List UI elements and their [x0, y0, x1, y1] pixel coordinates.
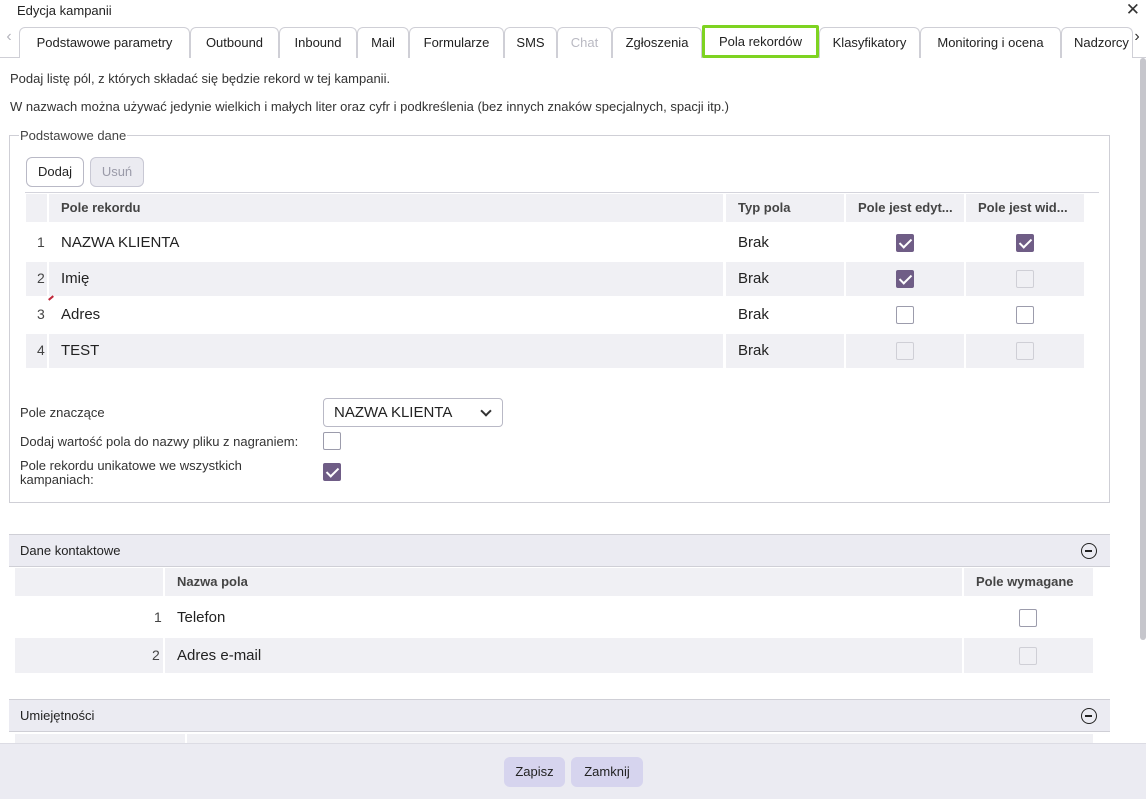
table-row-bg — [15, 638, 163, 673]
table-header-partial — [15, 734, 185, 743]
header-field-name: Nazwa pola — [165, 568, 962, 596]
remove-button: Usuń — [90, 157, 144, 187]
skills-title: Umiejętności — [20, 708, 95, 723]
tab-zgloszenia[interactable]: Zgłoszenia — [612, 27, 702, 58]
row-number: 4 — [37, 342, 45, 358]
save-button[interactable]: Zapisz — [504, 757, 565, 787]
header-field-type: Typ pola — [726, 194, 844, 222]
significant-field-select[interactable]: NAZWA KLIENTA — [323, 398, 503, 427]
basic-data-legend: Podstawowe dane — [19, 128, 128, 143]
tab-podstawowe-parametry[interactable]: Podstawowe parametry — [19, 27, 190, 58]
editable-checkbox[interactable] — [896, 306, 914, 324]
visible-checkbox — [1016, 342, 1034, 360]
visible-checkbox — [1016, 270, 1034, 288]
contact-field-name: Telefon — [177, 609, 226, 626]
row-number: 2 — [37, 270, 45, 286]
header-record-field: Pole rekordu — [49, 194, 723, 222]
record-field-type[interactable]: Brak — [738, 234, 769, 251]
collapse-icon[interactable] — [1081, 543, 1097, 559]
record-field-name[interactable]: Adres — [61, 306, 100, 323]
record-field-type[interactable]: Brak — [738, 342, 769, 359]
record-field-name[interactable]: Imię — [61, 270, 89, 287]
info-text-fields: Podaj listę pól, z których składać się b… — [10, 71, 391, 86]
close-button[interactable]: Zamknij — [571, 757, 643, 787]
contact-field-name: Adres e-mail — [177, 647, 262, 664]
chevron-down-icon — [480, 405, 492, 417]
title-bar: Edycja kampanii ✕ — [0, 0, 1146, 22]
header-visible[interactable]: Pole jest wid... — [966, 194, 1084, 222]
row-number: 1 — [37, 234, 45, 250]
contact-data-title: Dane kontaktowe — [20, 543, 121, 558]
window-title: Edycja kampanii — [17, 3, 112, 18]
unique-field-checkbox[interactable] — [323, 463, 341, 481]
unique-field-label-line2: kampaniach: — [20, 472, 94, 487]
add-to-filename-checkbox[interactable] — [323, 432, 341, 450]
info-text-naming-rules: W nazwach można używać jedynie wielkich … — [10, 99, 729, 114]
table-row-bg — [49, 262, 723, 296]
chevron-right-icon[interactable]: › — [1130, 28, 1144, 46]
editable-checkbox[interactable] — [896, 234, 914, 252]
record-field-type[interactable]: Brak — [738, 270, 769, 287]
record-field-name[interactable]: TEST — [61, 342, 99, 359]
tab-sms[interactable]: SMS — [504, 27, 557, 58]
unique-field-label-line1: Pole rekordu unikatowe we wszystkich — [20, 458, 242, 473]
required-checkbox[interactable] — [1019, 609, 1037, 627]
editable-checkbox — [896, 342, 914, 360]
skills-section-header[interactable]: Umiejętności — [9, 699, 1110, 732]
required-checkbox — [1019, 647, 1037, 665]
record-field-name[interactable]: NAZWA KLIENTA — [61, 234, 179, 251]
tab-inbound[interactable]: Inbound — [279, 27, 357, 58]
row-number: 1 — [154, 609, 162, 625]
vertical-scrollbar[interactable] — [1140, 58, 1146, 640]
tab-pola-rekordow[interactable]: Pola rekordów — [702, 25, 819, 58]
editable-checkbox[interactable] — [896, 270, 914, 288]
visible-checkbox[interactable] — [1016, 234, 1034, 252]
table-row-bg — [49, 334, 723, 368]
significant-field-value: NAZWA KLIENTA — [334, 404, 453, 421]
header-number-cell — [15, 568, 163, 596]
table-row-bg — [165, 638, 962, 673]
significant-field-label: Pole znaczące — [20, 405, 105, 420]
visible-checkbox[interactable] — [1016, 306, 1034, 324]
table-header-partial — [187, 734, 1093, 743]
record-field-type[interactable]: Brak — [738, 306, 769, 323]
tab-mail[interactable]: Mail — [357, 27, 409, 58]
add-to-filename-label: Dodaj wartość pola do nazwy pliku z nagr… — [20, 434, 299, 449]
header-number-cell — [26, 194, 47, 222]
row-number: 2 — [152, 647, 160, 663]
tab-monitoring-i-ocena[interactable]: Monitoring i ocena — [920, 27, 1061, 58]
header-editable[interactable]: Pole jest edyt... — [846, 194, 964, 222]
tab-outbound[interactable]: Outbound — [190, 27, 279, 58]
chevron-left-icon[interactable]: ‹ — [2, 28, 16, 46]
close-icon[interactable]: ✕ — [1126, 0, 1140, 20]
tab-klasyfikatory[interactable]: Klasyfikatory — [819, 27, 920, 58]
tab-nadzorcy[interactable]: Nadzorcy — [1061, 27, 1133, 58]
add-button[interactable]: Dodaj — [26, 157, 84, 187]
tab-chat: Chat — [557, 27, 612, 58]
tab-formularze[interactable]: Formularze — [409, 27, 504, 58]
row-number: 3 — [37, 306, 45, 322]
contact-data-section-header[interactable]: Dane kontaktowe — [9, 534, 1110, 567]
tab-bar: ‹ Podstawowe parametry Outbound Inbound … — [0, 24, 1146, 58]
table-divider — [25, 192, 1099, 193]
dialog-footer: Zapisz Zamknij — [0, 743, 1146, 799]
header-required: Pole wymagane — [964, 568, 1093, 596]
collapse-icon[interactable] — [1081, 708, 1097, 724]
